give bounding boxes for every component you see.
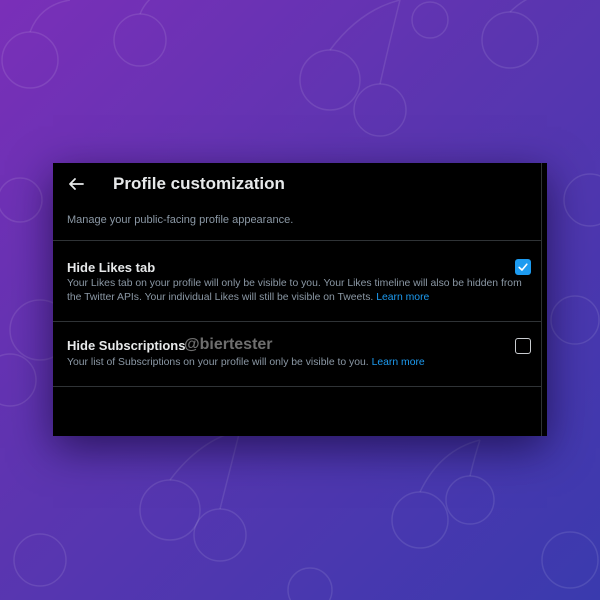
divider: [53, 386, 542, 387]
watermark-handle: @biertester: [184, 336, 273, 353]
setting-description-text: Your list of Subscriptions on your profi…: [67, 357, 369, 368]
divider: [53, 321, 542, 322]
setting-title: Hide Likes tab: [67, 260, 156, 275]
page-title: Profile customization: [113, 174, 285, 193]
page-description: Manage your public-facing profile appear…: [67, 214, 294, 226]
setting-description: Your Likes tab on your profile will only…: [67, 277, 527, 305]
learn-more-link[interactable]: Learn more: [372, 357, 425, 368]
learn-more-link[interactable]: Learn more: [376, 292, 429, 303]
checkmark-icon: [518, 263, 528, 271]
setting-description: Your list of Subscriptions on your profi…: [67, 356, 527, 370]
arrow-left-icon[interactable]: [67, 175, 85, 193]
settings-panel: Profile customization Manage your public…: [53, 163, 547, 436]
divider: [53, 240, 542, 241]
setting-title: Hide Subscriptions: [67, 338, 186, 353]
hide-subscriptions-checkbox[interactable]: [515, 338, 531, 354]
hide-likes-checkbox[interactable]: [515, 259, 531, 275]
setting-description-text: Your Likes tab on your profile will only…: [67, 278, 522, 303]
panel-header: Profile customization: [53, 163, 547, 205]
